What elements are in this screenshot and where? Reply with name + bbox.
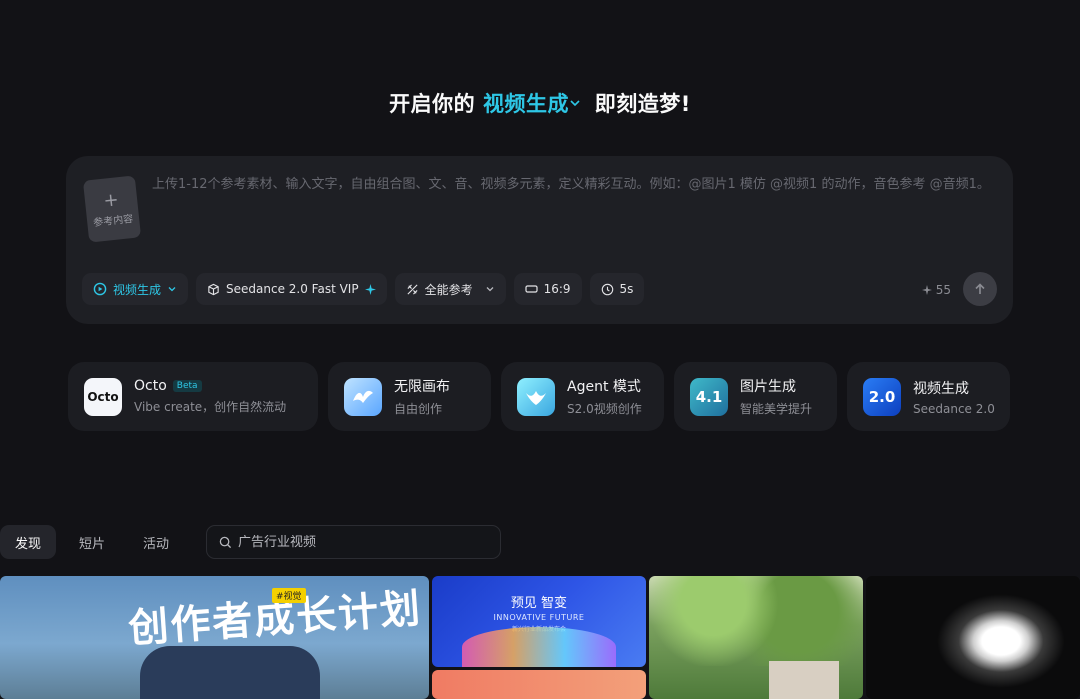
gallery-item[interactable] [432, 670, 646, 699]
feature-title: 图片生成 [740, 379, 796, 395]
model-select-label: Seedance 2.0 Fast VIP [226, 282, 359, 296]
duration-select[interactable]: 5s [589, 273, 645, 305]
send-button[interactable] [963, 272, 997, 306]
reference-upload-card[interactable]: + 参考内容 [82, 175, 142, 243]
canvas-bird-icon [344, 377, 382, 416]
reference-mode-select[interactable]: 全能参考 [394, 273, 506, 305]
gallery-item[interactable]: 创作者成长计划 #视觉 [0, 576, 429, 699]
octo-logo-icon: Octo [84, 377, 122, 416]
aspect-ratio-select[interactable]: 16:9 [513, 273, 582, 305]
aspect-ratio-icon [524, 285, 538, 293]
tab-events[interactable]: 活动 [128, 525, 184, 559]
feature-card-image-gen[interactable]: 4.1 图片生成 智能美学提升 [674, 362, 837, 431]
feed-tabs: 发现 短片 活动 [0, 525, 192, 559]
aspect-ratio-label: 16:9 [543, 282, 571, 296]
feature-card-octo[interactable]: Octo Octo Beta Vibe create，创作自然流动 [68, 362, 318, 431]
reference-upload-label: 参考内容 [92, 213, 134, 229]
feature-title: 视频生成 [913, 380, 969, 397]
feature-shortcuts: Octo Octo Beta Vibe create，创作自然流动 无限画布 自由… [68, 362, 1010, 431]
tile-title: 预见 智变 [510, 596, 568, 611]
sparkle-icon [921, 285, 932, 295]
prompt-input[interactable]: 上传1-12个参考素材、输入文字，自由组合图、文、音、视频多元素，定义精彩互动。… [152, 174, 992, 196]
chevron-down-icon [570, 100, 580, 107]
composer-toolbar: 视频生成 Seedance 2.0 Fast VIP 全能参考 16:9 5s [82, 273, 645, 305]
model-select[interactable]: Seedance 2.0 Fast VIP [196, 273, 387, 305]
swirl-graphic [462, 627, 616, 667]
credits-value: 55 [935, 283, 951, 297]
house-graphic [769, 661, 839, 699]
feature-card-agent[interactable]: Agent 模式 S2.0视频创作 [501, 362, 664, 431]
cube-icon [208, 283, 219, 295]
plus-icon: + [102, 188, 120, 212]
ink-graphic [926, 586, 1076, 696]
chevron-down-icon [486, 287, 494, 292]
mode-switch-label: 视频生成 [482, 92, 569, 116]
image-gen-icon: 4.1 [690, 377, 728, 416]
mode-select[interactable]: 视频生成 [82, 273, 189, 305]
tab-discover[interactable]: 发现 [0, 525, 57, 559]
agent-bird-icon [517, 377, 555, 416]
feature-title: Agent 模式 [567, 379, 641, 395]
video-mode-icon [93, 282, 107, 296]
mode-select-label: 视频生成 [113, 282, 162, 297]
tile-subtitle: INNOVATIVE FUTURE [493, 613, 585, 622]
beta-badge: Beta [172, 380, 202, 392]
duration-label: 5s [619, 282, 634, 296]
gallery-item[interactable] [649, 576, 863, 699]
feature-subtitle: 智能美学提升 [740, 402, 813, 416]
tile-tag: #视觉 [272, 588, 306, 603]
feature-title: 无限画布 [394, 379, 450, 395]
headline-suffix: 即刻造梦! [594, 92, 691, 116]
feature-subtitle: Vibe create，创作自然流动 [134, 400, 287, 414]
feature-subtitle: Seedance 2.0 [913, 401, 995, 416]
page-headline: 开启你的 视频生成 即刻造梦! [0, 88, 1080, 118]
gallery-item[interactable]: 预见 智变 INNOVATIVE FUTURE 新兴行业新品发布会 [432, 576, 646, 667]
feature-subtitle: S2.0视频创作 [567, 402, 642, 416]
arrow-up-icon [975, 283, 985, 294]
gallery-item[interactable] [866, 576, 1080, 699]
feature-card-canvas[interactable]: 无限画布 自由创作 [328, 362, 491, 431]
clock-icon [601, 283, 613, 295]
headline-prefix: 开启你的 [389, 92, 476, 116]
mode-switch[interactable]: 视频生成 [483, 92, 587, 116]
chevron-down-icon [168, 287, 176, 292]
credits-indicator: 55 [921, 283, 951, 297]
feature-card-video-gen[interactable]: 2.0 视频生成 Seedance 2.0 [847, 362, 1010, 431]
feature-subtitle: 自由创作 [394, 402, 443, 416]
search-input[interactable] [238, 534, 478, 550]
sparkle-icon [364, 283, 376, 295]
tent-graphic [140, 646, 320, 699]
video-gen-icon: 2.0 [863, 377, 901, 416]
reference-mode-label: 全能参考 [424, 282, 473, 297]
search-box[interactable] [206, 525, 501, 559]
tree-graphic [649, 576, 863, 666]
feature-title: Octo [134, 378, 167, 394]
tab-shorts[interactable]: 短片 [64, 525, 120, 559]
inspiration-gallery: 创作者成长计划 #视觉 预见 智变 INNOVATIVE FUTURE 新兴行业… [0, 576, 1080, 699]
prompt-composer: + 参考内容 上传1-12个参考素材、输入文字，自由组合图、文、音、视频多元素，… [66, 156, 1013, 324]
reference-link-icon [407, 283, 418, 295]
search-icon [219, 536, 232, 548]
